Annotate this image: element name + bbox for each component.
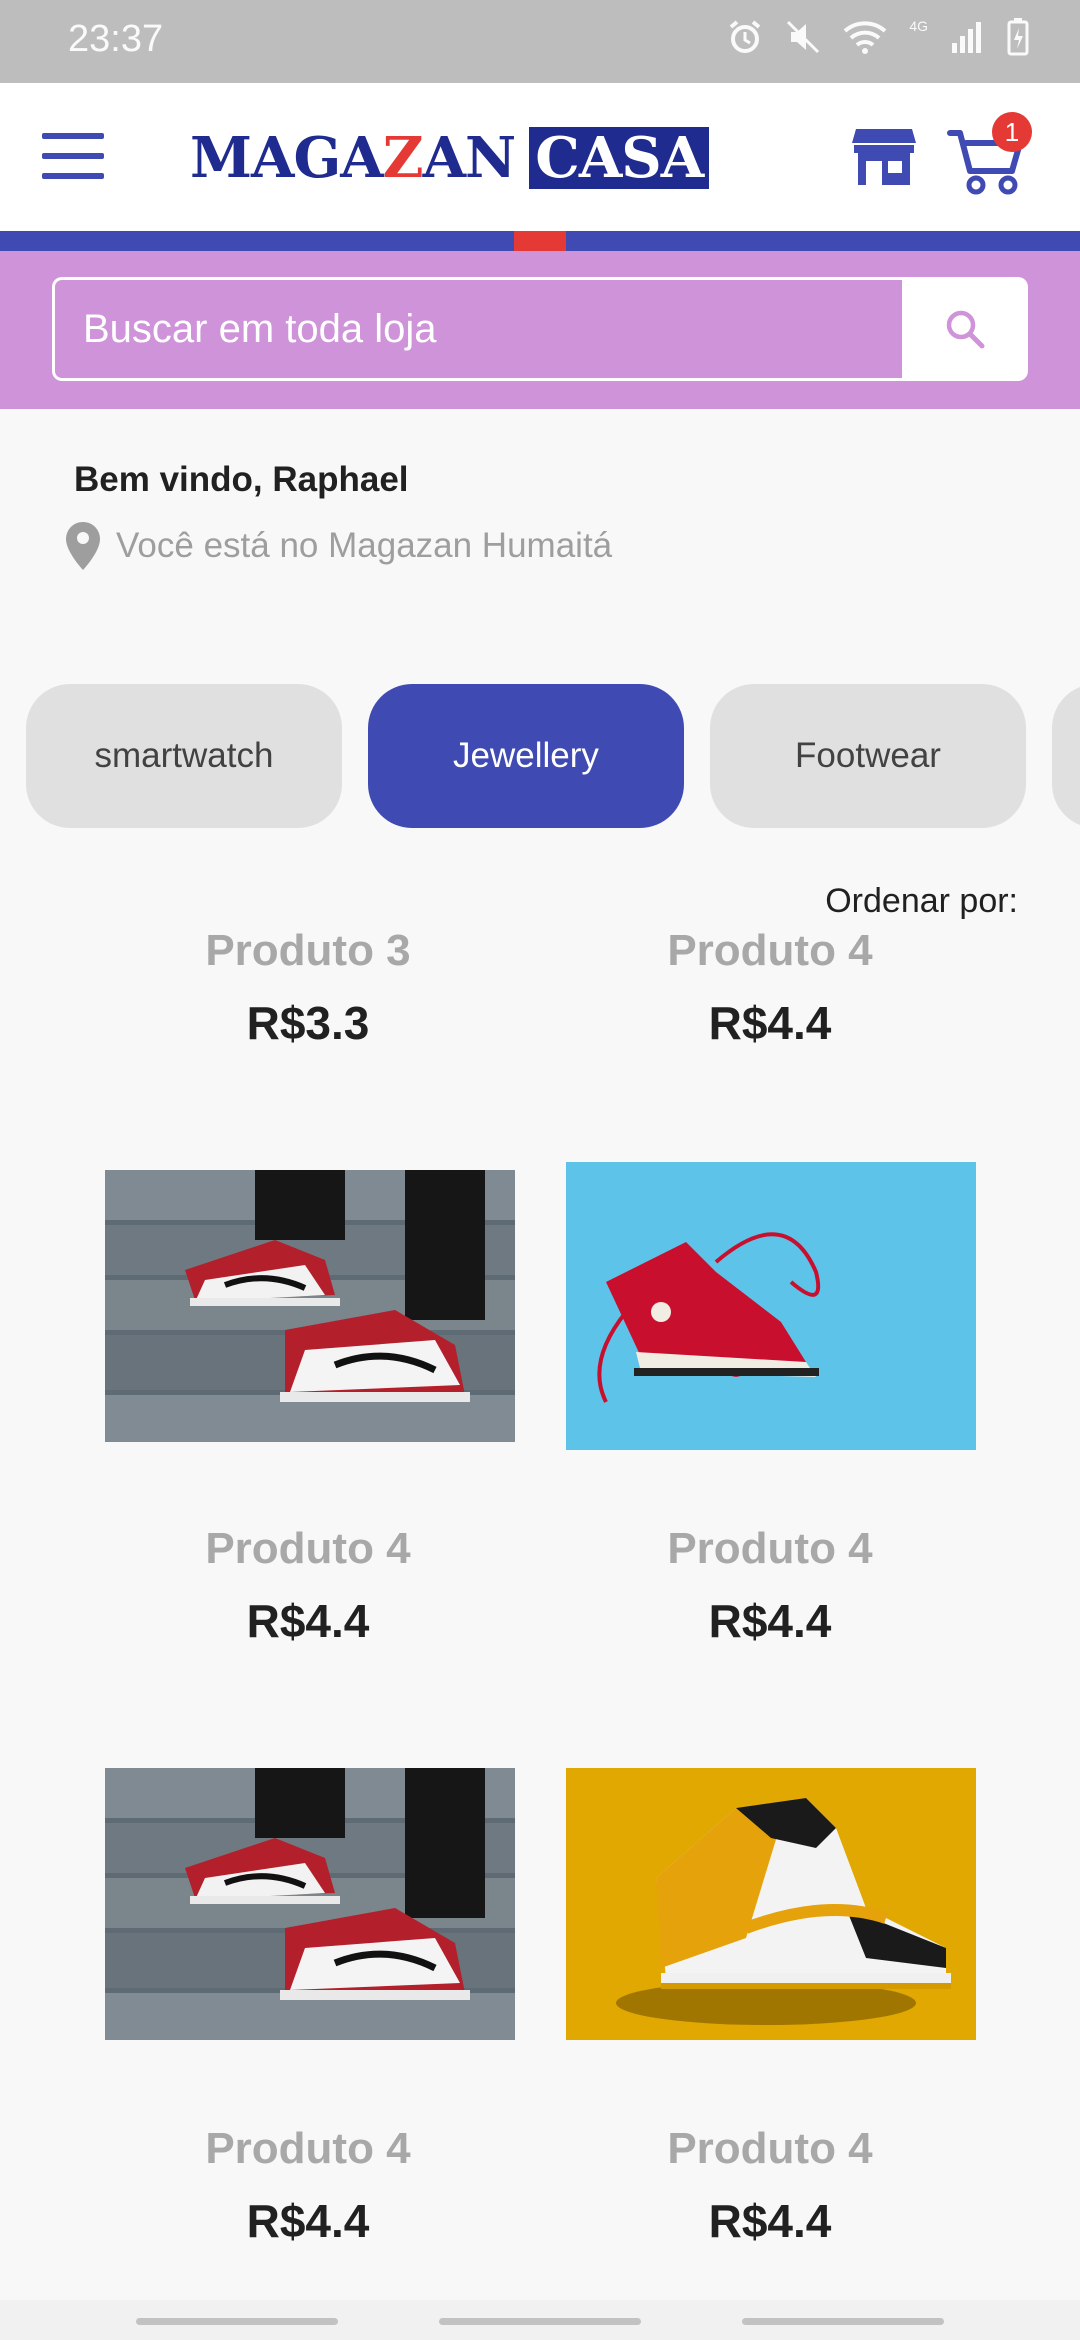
- location-text: Você está no Magazan Humaitá: [116, 526, 613, 565]
- menu-icon-bar-bottom: [42, 173, 104, 179]
- system-navigation-bar: [0, 2300, 1080, 2340]
- product-price: R$4.4: [708, 997, 832, 1049]
- battery-icon: [1007, 18, 1029, 56]
- product-name: Produto 4: [667, 926, 873, 975]
- nav-back-button[interactable]: [742, 2318, 944, 2325]
- product-card[interactable]: Produto 3 R$3.3: [98, 926, 518, 1050]
- menu-button[interactable]: [42, 133, 104, 181]
- store-icon: [852, 129, 916, 185]
- product-name: Produto 3: [205, 926, 411, 975]
- network-type: 4G: [909, 18, 928, 34]
- product-image[interactable]: [105, 1768, 515, 2040]
- status-time: 23:37: [68, 18, 164, 60]
- product-image[interactable]: [105, 1170, 515, 1442]
- category-chips: smartwatch Jewellery Footwear: [26, 684, 1080, 828]
- status-bar: 23:37 4G: [0, 0, 1080, 83]
- logo-magazan: MAGAZAN: [190, 125, 516, 191]
- app-header: MAGAZAN CASA 1: [0, 83, 1080, 231]
- product-image[interactable]: [566, 1768, 976, 2040]
- cart-count-badge: 1: [992, 112, 1032, 152]
- product-price: R$4.4: [246, 1595, 370, 1647]
- menu-icon-bar-middle: [42, 153, 104, 159]
- product-card[interactable]: Produto 4 R$4.4: [560, 926, 980, 1050]
- product-name: Produto 4: [667, 2124, 873, 2173]
- product-card[interactable]: Produto 4 R$4.4: [560, 1524, 980, 1648]
- signal-icon: [952, 22, 981, 53]
- nav-recents-button[interactable]: [136, 2318, 338, 2325]
- search-bar: [0, 251, 1080, 409]
- product-price: R$4.4: [708, 2195, 832, 2247]
- product-price: R$3.3: [246, 997, 370, 1049]
- search-icon: [946, 310, 985, 349]
- header-accent-bar: [0, 231, 1080, 251]
- product-card[interactable]: Produto 4 R$4.4: [98, 1524, 518, 1648]
- product-price: R$4.4: [708, 1595, 832, 1647]
- category-chip-smartwatch[interactable]: smartwatch: [26, 684, 342, 828]
- status-icons: 4G: [727, 18, 1030, 56]
- category-chip-footwear[interactable]: Footwear: [710, 684, 1026, 828]
- category-chip-jewellery[interactable]: Jewellery: [368, 684, 684, 828]
- mute-icon: [787, 20, 820, 54]
- wifi-icon: [843, 21, 887, 54]
- product-name: Produto 4: [205, 2124, 411, 2173]
- search-button[interactable]: [902, 277, 1028, 381]
- menu-icon-bar-top: [42, 133, 104, 139]
- category-chip-next[interactable]: [1052, 684, 1080, 828]
- product-price: R$4.4: [246, 2195, 370, 2247]
- location-pin-icon: [66, 522, 100, 570]
- product-card[interactable]: Produto 4 R$4.4: [560, 2124, 980, 2248]
- nav-home-button[interactable]: [439, 2318, 641, 2325]
- product-name: Produto 4: [667, 1524, 873, 1573]
- store-location[interactable]: Você está no Magazan Humaitá: [64, 520, 612, 572]
- logo-casa: CASA: [529, 127, 710, 189]
- welcome-greeting: Bem vindo, Raphael: [74, 460, 409, 499]
- product-name: Produto 4: [205, 1524, 411, 1573]
- store-button[interactable]: [852, 125, 916, 187]
- accent-marker: [514, 231, 566, 251]
- logo[interactable]: MAGAZAN CASA: [190, 125, 710, 191]
- product-image[interactable]: [566, 1162, 976, 1450]
- sort-by-label[interactable]: Ordenar por:: [825, 882, 1018, 921]
- search-input[interactable]: [52, 277, 902, 381]
- alarm-icon: [730, 20, 761, 53]
- product-card[interactable]: Produto 4 R$4.4: [98, 2124, 518, 2248]
